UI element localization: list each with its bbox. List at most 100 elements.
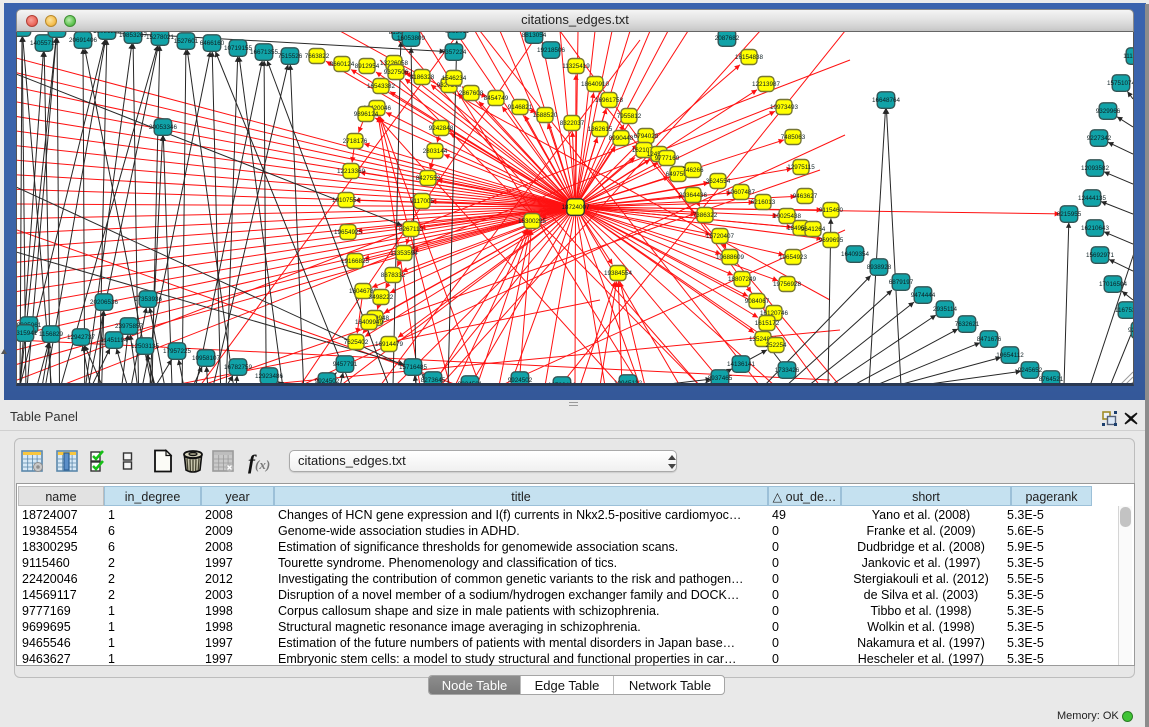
- svg-text:10107554: 10107554: [332, 197, 361, 204]
- svg-text:7955812: 7955812: [617, 113, 642, 120]
- svg-text:6216013: 6216013: [751, 199, 776, 206]
- svg-text:16931225: 16931225: [93, 32, 122, 35]
- svg-text:8813054: 8813054: [522, 32, 547, 39]
- svg-text:3498222: 3498222: [369, 294, 394, 301]
- svg-text:7515526: 7515526: [278, 53, 303, 60]
- svg-text:8938928: 8938928: [867, 264, 892, 271]
- svg-text:6794028: 6794028: [634, 133, 659, 140]
- svg-text:16648764: 16648764: [872, 97, 901, 104]
- svg-text:2867608: 2867608: [459, 90, 484, 97]
- svg-text:18223344: 18223344: [43, 32, 72, 33]
- svg-text:6879197: 6879197: [889, 279, 914, 286]
- svg-text:10853267: 10853267: [119, 32, 148, 39]
- svg-text:12923486: 12923486: [255, 373, 284, 380]
- svg-text:252254: 252254: [765, 342, 787, 349]
- svg-text:19756928: 19756928: [773, 281, 802, 288]
- svg-text:2087682: 2087682: [715, 35, 740, 42]
- svg-text:20364436: 20364436: [679, 192, 708, 199]
- svg-text:9329966: 9329966: [1096, 108, 1121, 115]
- svg-text:7632621: 7632621: [955, 321, 980, 328]
- svg-text:9777169: 9777169: [655, 155, 680, 162]
- svg-text:12444135: 12444135: [1078, 195, 1107, 202]
- svg-text:8186328: 8186328: [410, 74, 435, 81]
- svg-text:23975857: 23975857: [115, 323, 144, 330]
- svg-text:10945122: 10945122: [614, 380, 643, 385]
- svg-text:16543382: 16543382: [367, 83, 396, 90]
- svg-text:1527601: 1527601: [174, 38, 199, 45]
- svg-text:8990448: 8990448: [609, 135, 634, 142]
- svg-text:10958107: 10958107: [192, 355, 221, 362]
- svg-text:7485063: 7485063: [781, 134, 806, 141]
- svg-text:12093582: 12093582: [1081, 165, 1110, 172]
- svg-text:1588520: 1588520: [533, 112, 558, 119]
- svg-text:9327506: 9327506: [384, 69, 409, 76]
- svg-text:15751074: 15751074: [1107, 80, 1133, 87]
- svg-text:16409354: 16409354: [841, 251, 870, 258]
- svg-text:18807249: 18807249: [728, 276, 757, 283]
- svg-text:17353936: 17353936: [134, 296, 163, 303]
- svg-text:17957225: 17957225: [163, 348, 192, 355]
- svg-text:11451194: 11451194: [100, 337, 128, 344]
- svg-text:16409949: 16409949: [355, 319, 384, 326]
- svg-text:10688609: 10688609: [716, 254, 745, 261]
- svg-text:11325419: 11325419: [562, 63, 590, 70]
- svg-text:1546234: 1546234: [442, 75, 467, 82]
- svg-text:8764521: 8764521: [1039, 376, 1064, 383]
- svg-text:746266: 746266: [682, 167, 704, 174]
- svg-text:9463627: 9463627: [793, 193, 818, 200]
- svg-text:19218506: 19218506: [537, 47, 566, 54]
- svg-text:15300295: 15300295: [518, 218, 547, 225]
- svg-text:9699695: 9699695: [819, 237, 844, 244]
- svg-text:2935114: 2935114: [933, 306, 958, 313]
- svg-text:8937465: 8937465: [708, 375, 733, 382]
- svg-text:8427552: 8427552: [416, 175, 441, 182]
- svg-text:8878332: 8878332: [381, 272, 406, 279]
- svg-text:12213987: 12213987: [752, 81, 781, 88]
- svg-text:9457791: 9457791: [333, 361, 358, 368]
- svg-text:9896124: 9896124: [354, 111, 379, 118]
- svg-text:9146821: 9146821: [508, 104, 533, 111]
- svg-text:20053346: 20053346: [149, 124, 178, 131]
- svg-text:1156829: 1156829: [39, 331, 64, 338]
- svg-text:2803144: 2803144: [423, 148, 448, 155]
- svg-text:7625402: 7625402: [344, 339, 369, 346]
- svg-text:16671355: 16671355: [250, 49, 279, 56]
- svg-text:9641264: 9641264: [801, 226, 826, 233]
- svg-text:10973493: 10973493: [770, 104, 799, 111]
- svg-text:8454749: 8454749: [484, 95, 509, 102]
- svg-text:8322037: 8322037: [560, 120, 585, 127]
- svg-text:12213369: 12213369: [337, 168, 366, 175]
- svg-text:8267110: 8267110: [399, 226, 424, 233]
- svg-text:9832011: 9832011: [445, 32, 470, 35]
- svg-text:13736481: 13736481: [548, 382, 577, 385]
- svg-text:20691406: 20691406: [69, 37, 98, 44]
- svg-text:7357224: 7357224: [442, 49, 467, 56]
- svg-text:12503135: 12503135: [131, 343, 160, 350]
- svg-text:1733426: 1733426: [775, 367, 800, 374]
- svg-text:14055712: 14055712: [30, 40, 59, 47]
- svg-text:8660124: 8660124: [330, 61, 355, 68]
- svg-text:9115460: 9115460: [819, 207, 844, 214]
- svg-text:9084067: 9084067: [745, 298, 770, 305]
- svg-text:1117324: 1117324: [1123, 53, 1133, 60]
- svg-text:7663822: 7663822: [305, 53, 330, 60]
- svg-text:9227342: 9227342: [1087, 135, 1112, 142]
- svg-text:8471676: 8471676: [977, 336, 1002, 343]
- svg-text:10719155: 10719155: [224, 45, 253, 52]
- svg-text:8912954: 8912954: [355, 63, 380, 70]
- svg-text:17016504: 17016504: [1099, 281, 1128, 288]
- svg-text:1615172: 1615172: [755, 320, 780, 327]
- svg-text:9315941: 9315941: [17, 330, 38, 337]
- svg-text:11353594: 11353594: [390, 250, 418, 257]
- svg-text:16154838: 16154838: [735, 54, 764, 61]
- svg-text:15716485: 15716485: [399, 364, 428, 371]
- svg-text:10654112: 10654112: [996, 352, 1024, 359]
- svg-text:15692971: 15692971: [1086, 252, 1115, 259]
- svg-text:9242848: 9242848: [429, 125, 454, 132]
- svg-text:8273645: 8273645: [421, 377, 446, 384]
- svg-text:9245652: 9245652: [1018, 367, 1043, 374]
- svg-text:19654925: 19654925: [334, 229, 363, 236]
- svg-text:7386322: 7386322: [693, 212, 718, 219]
- svg-text:19166825: 19166825: [341, 258, 370, 265]
- svg-text:9474444: 9474444: [911, 292, 936, 299]
